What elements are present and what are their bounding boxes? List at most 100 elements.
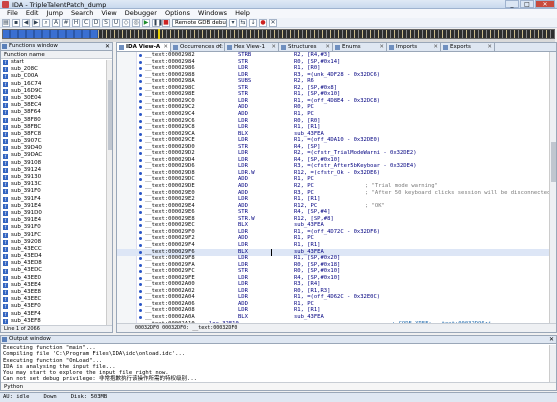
breakpoint-dot-icon[interactable]: [139, 289, 142, 293]
breakpoint-dot-icon[interactable]: [139, 270, 142, 274]
breakpoint-dot-icon[interactable]: [139, 126, 142, 130]
breakpoint-dot-icon[interactable]: [139, 119, 142, 123]
breakpoint-icon[interactable]: ●: [259, 18, 267, 27]
menu-debugger[interactable]: Debugger: [121, 9, 161, 18]
breakpoint-dot-icon[interactable]: [139, 237, 142, 241]
breakpoint-dot-icon[interactable]: [139, 86, 142, 90]
breakpoint-dot-icon[interactable]: [139, 211, 142, 215]
function-list-item[interactable]: f sub_43ED8: [3, 260, 112, 267]
breakpoint-dot-icon[interactable]: [139, 73, 142, 77]
function-list-item[interactable]: f sub_30E04: [3, 95, 112, 102]
open-icon[interactable]: ▤: [2, 18, 10, 27]
function-list-item[interactable]: f sub_C00A: [3, 73, 112, 80]
breakpoint-dot-icon[interactable]: [139, 152, 142, 156]
function-list-item[interactable]: f sub_3913C: [3, 181, 112, 188]
function-list-item[interactable]: f sub_391F0: [3, 188, 112, 195]
output-window-close-icon[interactable]: ✕: [549, 336, 554, 343]
pause-icon[interactable]: ❚❚: [152, 18, 163, 27]
breakpoint-dot-icon[interactable]: [139, 145, 142, 149]
function-list-item[interactable]: f sub_39D40: [3, 145, 112, 152]
menu-windows[interactable]: Windows: [194, 9, 231, 18]
disassembly-scrollbar[interactable]: [549, 52, 556, 323]
breakpoint-dot-icon[interactable]: [139, 230, 142, 234]
function-list-item[interactable]: f sub_39124: [3, 167, 112, 174]
tab-close-icon[interactable]: ✕: [433, 43, 438, 51]
menu-help[interactable]: Help: [231, 9, 254, 18]
data-icon[interactable]: D: [92, 18, 100, 27]
proximity-icon[interactable]: ◎: [132, 18, 140, 27]
function-list-item[interactable]: f sub_38FBC: [3, 124, 112, 131]
function-list-item[interactable]: f sub_43EE8: [3, 289, 112, 296]
functions-window-close-icon[interactable]: ✕: [105, 43, 110, 50]
function-list-item[interactable]: f sub_391F4: [3, 196, 112, 203]
function-list-item[interactable]: f sub_391F0: [3, 224, 112, 231]
breakpoint-dot-icon[interactable]: [139, 191, 142, 195]
function-list-item[interactable]: f sub_208C: [3, 66, 112, 73]
code-icon[interactable]: C: [82, 18, 90, 27]
functions-scrollbar-thumb[interactable]: [108, 80, 112, 150]
disassembly-scrollbar-thumb[interactable]: [551, 142, 556, 182]
python-input[interactable]: Python: [1, 382, 556, 390]
functions-scrollbar[interactable]: [106, 60, 112, 332]
tab-ida-view-a[interactable]: IDA View-A ✕: [117, 43, 171, 51]
function-list-item[interactable]: f sub_43EF0: [3, 303, 112, 310]
tab-close-icon[interactable]: ✕: [271, 43, 276, 51]
function-list-item[interactable]: f sub_43EE4: [3, 282, 112, 289]
text-search-icon[interactable]: A: [52, 18, 60, 27]
search-icon[interactable]: ⌕: [42, 18, 50, 27]
function-list-item[interactable]: f sub_39130: [3, 174, 112, 181]
function-list-item[interactable]: f sub_391D0: [3, 210, 112, 217]
breakpoint-dot-icon[interactable]: [139, 67, 142, 71]
tab-exports[interactable]: Exports ✕: [441, 43, 495, 51]
maximize-button[interactable]: □: [520, 0, 534, 8]
run-icon[interactable]: ▶: [142, 18, 150, 27]
breakpoint-dot-icon[interactable]: [139, 224, 142, 228]
tab-occurrences-of-1aft[interactable]: Occurrences of: 1aft✕: [171, 43, 225, 51]
breakpoint-dot-icon[interactable]: [139, 204, 142, 208]
menu-search[interactable]: Search: [67, 9, 97, 18]
breakpoint-dot-icon[interactable]: [139, 132, 142, 136]
function-list-item[interactable]: f sub_43ECC: [3, 246, 112, 253]
tab-hex-view-1[interactable]: Hex View-1 ✕: [225, 43, 279, 51]
function-list-item[interactable]: f sub_39108: [3, 160, 112, 167]
tab-imports[interactable]: Imports ✕: [387, 43, 441, 51]
function-list-item[interactable]: f sub_16C74: [3, 81, 112, 88]
function-list-item[interactable]: f sub_39DAC: [3, 152, 112, 159]
breakpoint-dot-icon[interactable]: [139, 296, 142, 300]
menu-view[interactable]: View: [97, 9, 120, 18]
function-list-item[interactable]: f sub_3907C: [3, 138, 112, 145]
tab-close-icon[interactable]: ✕: [217, 43, 222, 51]
breakpoint-dot-icon[interactable]: [139, 165, 142, 169]
save-icon[interactable]: ▪: [12, 18, 20, 27]
cancel-icon[interactable]: ✕: [269, 18, 277, 27]
breakpoint-dot-icon[interactable]: [139, 178, 142, 182]
tab-close-icon[interactable]: ✕: [487, 43, 492, 51]
function-name-column-header[interactable]: Function name: [1, 51, 112, 59]
debugger-select[interactable]: Remote GDB debugger: [172, 18, 227, 27]
function-list-item[interactable]: f sub_38F80: [3, 117, 112, 124]
function-list-item[interactable]: f sub_39208: [3, 239, 112, 246]
function-list-item[interactable]: f sub_391FC: [3, 232, 112, 239]
function-list-item[interactable]: f sub_43EE0: [3, 275, 112, 282]
breakpoint-dot-icon[interactable]: [139, 198, 142, 202]
breakpoint-dot-icon[interactable]: [139, 171, 142, 175]
menu-file[interactable]: File: [3, 9, 22, 18]
breakpoint-dot-icon[interactable]: [139, 60, 142, 64]
function-list-item[interactable]: f sub_43EEC: [3, 296, 112, 303]
dropdown-icon[interactable]: ▾: [229, 18, 237, 27]
function-list-item[interactable]: f sub_38F64: [3, 109, 112, 116]
menu-options[interactable]: Options: [161, 9, 194, 18]
breakpoint-dot-icon[interactable]: [139, 250, 142, 254]
breakpoint-dot-icon[interactable]: [139, 302, 142, 306]
tab-structures[interactable]: Structures ✕: [279, 43, 333, 51]
menu-edit[interactable]: Edit: [22, 9, 43, 18]
breakpoint-dot-icon[interactable]: [139, 309, 142, 313]
close-button[interactable]: ✕: [535, 0, 555, 8]
breakpoint-dot-icon[interactable]: [139, 106, 142, 110]
breakpoint-dot-icon[interactable]: [139, 217, 142, 221]
function-list-item[interactable]: f sub_43ED4: [3, 253, 112, 260]
function-list-item[interactable]: f sub_38FC8: [3, 131, 112, 138]
graph-icon[interactable]: ◇: [122, 18, 130, 27]
function-list-item[interactable]: f sub_391E4: [3, 203, 112, 210]
function-list-item[interactable]: f sub_391E4: [3, 217, 112, 224]
